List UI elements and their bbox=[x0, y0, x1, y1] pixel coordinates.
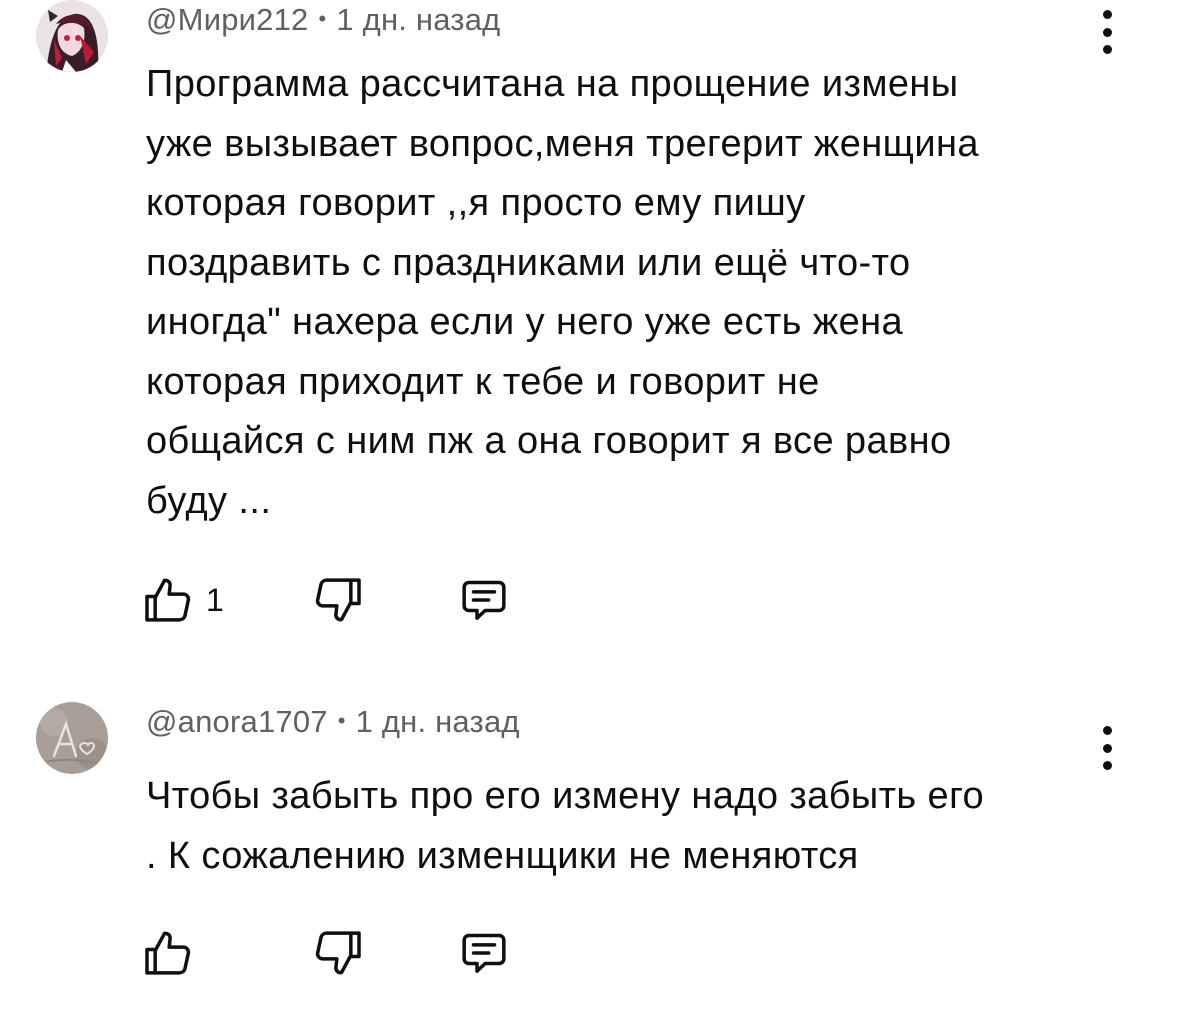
reply-button[interactable] bbox=[456, 572, 512, 628]
like-button[interactable] bbox=[140, 925, 206, 981]
reply-comment-icon bbox=[462, 933, 506, 973]
like-count: 1 bbox=[206, 581, 224, 618]
comment-author[interactable]: @anora1707 bbox=[146, 704, 328, 739]
dislike-button[interactable] bbox=[310, 925, 366, 981]
comment-text: Программа рассчитана на прощение измены … bbox=[146, 63, 979, 522]
thumbs-up-icon bbox=[145, 578, 191, 622]
comment-time[interactable]: 1 дн. назад bbox=[356, 704, 520, 739]
sand-drawing-avatar-icon bbox=[36, 702, 108, 774]
thumbs-down-icon bbox=[315, 578, 361, 622]
meta-separator: • bbox=[337, 708, 346, 733]
comment-time[interactable]: 1 дн. назад bbox=[336, 2, 500, 37]
comment-text: Чтобы забыть про его измену надо забыть … bbox=[146, 775, 985, 877]
meta-separator: • bbox=[318, 6, 327, 31]
anime-girl-avatar-icon bbox=[36, 0, 108, 72]
avatar[interactable] bbox=[36, 0, 108, 72]
thumbs-down-icon bbox=[315, 931, 361, 975]
comment-meta: @Мири212 • 1 дн. назад bbox=[146, 2, 500, 38]
comment-author[interactable]: @Мири212 bbox=[146, 2, 309, 37]
avatar[interactable] bbox=[36, 702, 108, 774]
more-vert-icon[interactable] bbox=[1090, 10, 1124, 54]
reply-button[interactable] bbox=[456, 925, 512, 981]
reply-comment-icon bbox=[462, 580, 506, 620]
more-vert-icon[interactable] bbox=[1090, 726, 1124, 770]
dislike-button[interactable] bbox=[310, 572, 366, 628]
thumbs-up-icon bbox=[145, 931, 191, 975]
comment-meta: @anora1707 • 1 дн. назад bbox=[146, 704, 520, 740]
like-button[interactable]: 1 bbox=[140, 572, 224, 628]
